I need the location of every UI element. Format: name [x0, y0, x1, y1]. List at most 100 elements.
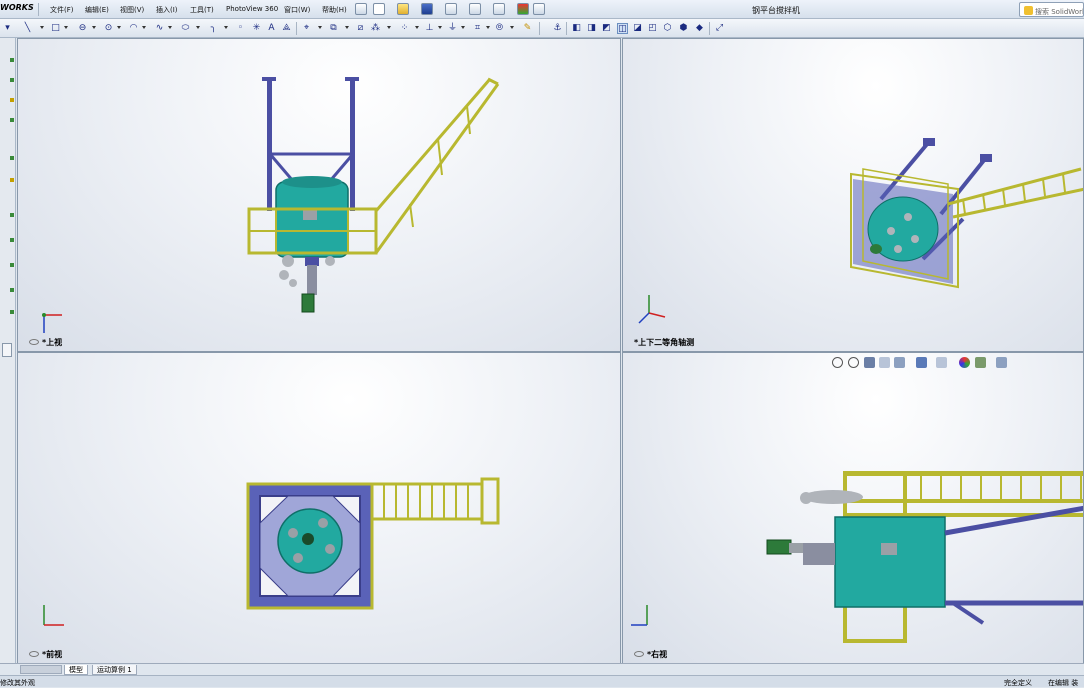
tab-motion-study[interactable]: 运动算例 1	[92, 665, 137, 675]
zoom-to-area-icon[interactable]	[848, 357, 859, 368]
trim-icon[interactable]: ⌖	[301, 23, 312, 34]
nozzle	[325, 544, 335, 554]
section-view-icon[interactable]	[879, 357, 890, 368]
view-four-viewports-icon[interactable]: ◫	[617, 23, 628, 34]
slot-dropdown-icon[interactable]	[92, 26, 96, 29]
view-front-icon[interactable]: ◧	[571, 23, 582, 34]
fillet-dropdown-icon[interactable]	[224, 26, 228, 29]
menu-view[interactable]: 视图(V)	[120, 5, 144, 15]
circle-icon[interactable]: ⊙	[103, 23, 114, 34]
zoom-to-fit-icon[interactable]	[832, 357, 843, 368]
snaps-dropdown-icon[interactable]	[486, 26, 490, 29]
mirror-icon[interactable]: ⧄	[355, 23, 366, 34]
drive-shaft	[307, 265, 317, 295]
sketch-text-icon[interactable]: ⟁	[281, 23, 292, 34]
rebuild-traffic-light-icon[interactable]	[517, 3, 529, 15]
menu-file[interactable]: 文件(F)	[50, 5, 74, 15]
trim-dropdown-icon[interactable]	[318, 26, 322, 29]
menu-insert[interactable]: 插入(I)	[156, 5, 178, 15]
normal-to-icon[interactable]: ⤢	[714, 23, 725, 34]
tank-body	[834, 516, 946, 608]
view-isometric-icon[interactable]: ⬡	[662, 23, 673, 34]
move-entities-icon[interactable]: ⁘	[399, 23, 410, 34]
line-icon[interactable]: ╲	[22, 23, 33, 34]
edit-appearance-icon[interactable]	[959, 357, 970, 368]
arc-icon[interactable]: ◠	[128, 23, 139, 34]
circle-dropdown-icon[interactable]	[117, 26, 121, 29]
left-panel-strip[interactable]	[0, 38, 16, 675]
hide-show-items-icon[interactable]	[936, 357, 947, 368]
ladder-rail	[374, 83, 500, 254]
rapid-sketch-icon[interactable]: ⦾	[494, 23, 505, 34]
spline-icon[interactable]: ∿	[154, 23, 165, 34]
ellipse-dropdown-icon[interactable]	[196, 26, 200, 29]
panel-collapse-handle[interactable]	[2, 343, 12, 357]
display-style-icon[interactable]	[916, 357, 927, 368]
apply-scene-icon[interactable]	[975, 357, 986, 368]
centerline-icon[interactable]: ✳	[251, 23, 262, 34]
relations-dropdown-icon[interactable]	[438, 26, 442, 29]
ladder-rung	[1022, 183, 1026, 202]
text-icon[interactable]: A	[266, 23, 277, 34]
new-document-icon[interactable]	[373, 3, 385, 15]
axis-triad	[638, 295, 666, 324]
repair-sketch-icon[interactable]: ⏚	[447, 23, 458, 34]
spline-dropdown-icon[interactable]	[168, 26, 172, 29]
select-cursor-icon[interactable]	[493, 3, 505, 15]
nozzle	[904, 213, 912, 221]
menu-edit[interactable]: 编辑(E)	[85, 5, 109, 15]
rectangle-icon[interactable]: □	[50, 23, 61, 34]
model-graphics	[850, 138, 1083, 289]
quick-snaps-icon[interactable]: ⌗	[472, 23, 483, 34]
menu-help[interactable]: 帮助(H)	[322, 5, 347, 15]
view-orientation-icon[interactable]	[894, 357, 905, 368]
viewport-right-view[interactable]: *右视	[622, 352, 1084, 664]
previous-view-icon[interactable]	[864, 357, 875, 368]
view-bottom-icon[interactable]: ◰	[647, 23, 658, 34]
triad-origin	[42, 313, 46, 317]
anchor-icon[interactable]: ⚓	[552, 23, 563, 34]
menu-photoview[interactable]: PhotoView 360	[226, 5, 278, 13]
fillet-icon[interactable]: ╮	[208, 23, 219, 34]
ellipse-icon[interactable]: ⬭	[180, 23, 191, 34]
toolbar-dropdown-icon[interactable]: ▾	[2, 23, 13, 34]
instant2d-icon[interactable]: ✎	[522, 23, 533, 34]
tab-model[interactable]: 模型	[64, 665, 88, 675]
offset-dropdown-icon[interactable]	[345, 26, 349, 29]
rapid-dropdown-icon[interactable]	[510, 26, 514, 29]
viewport-dimetric-view[interactable]: *上下二等角轴测	[622, 38, 1084, 352]
save-icon[interactable]	[421, 3, 433, 15]
frame-leg	[350, 79, 355, 211]
menu-tools[interactable]: 工具(T)	[190, 5, 214, 15]
panel-marker	[10, 58, 14, 62]
slot-icon[interactable]: ⊖	[77, 23, 88, 34]
view-trimetric-icon[interactable]: ⬢	[678, 23, 689, 34]
open-folder-icon[interactable]	[397, 3, 409, 15]
view-settings-icon[interactable]	[996, 357, 1007, 368]
options-icon[interactable]	[533, 3, 545, 15]
move-dropdown-icon[interactable]	[415, 26, 419, 29]
view-dimetric-icon[interactable]: ◆	[694, 23, 705, 34]
viewport-front-view[interactable]: *前视	[17, 352, 621, 664]
view-top-icon[interactable]: ◪	[632, 23, 643, 34]
search-box[interactable]: 搜索 SolidWork	[1019, 2, 1084, 17]
pattern-dropdown-icon[interactable]	[387, 26, 391, 29]
platform-edge	[843, 639, 907, 643]
pin-icon[interactable]	[355, 3, 367, 15]
linear-pattern-icon[interactable]: ⁂	[370, 23, 381, 34]
menu-window[interactable]: 窗口(W)	[284, 5, 310, 15]
arc-dropdown-icon[interactable]	[142, 26, 146, 29]
tab-scroll-arrows[interactable]	[20, 665, 62, 674]
offset-icon[interactable]: ⧉	[328, 23, 339, 34]
view-back-icon[interactable]: ◨	[586, 23, 597, 34]
line-dropdown-icon[interactable]	[40, 26, 44, 29]
relations-icon[interactable]: ⊥	[424, 23, 435, 34]
point-icon[interactable]: ◦	[235, 23, 246, 34]
viewport-top-view[interactable]: *上视	[17, 38, 621, 352]
repair-dropdown-icon[interactable]	[461, 26, 465, 29]
view-left-icon[interactable]: ◩	[601, 23, 612, 34]
model-graphics	[246, 477, 500, 610]
print-icon[interactable]	[445, 3, 457, 15]
undo-icon[interactable]	[469, 3, 481, 15]
rectangle-dropdown-icon[interactable]	[64, 26, 68, 29]
